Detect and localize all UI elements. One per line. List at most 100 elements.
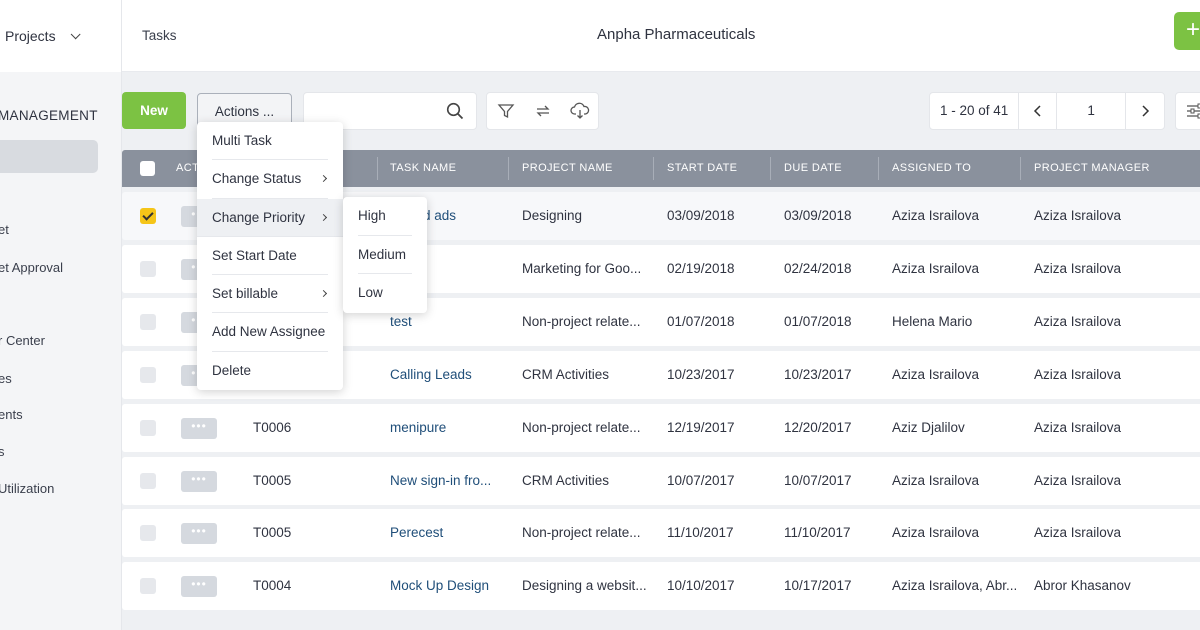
row-actions-button[interactable]: •••	[181, 471, 217, 492]
priority-medium[interactable]: Medium	[358, 236, 412, 275]
row-actions-button[interactable]: •••	[181, 523, 217, 544]
start-date: 10/23/2017	[667, 367, 735, 382]
col-due-date[interactable]: DUE DATE	[784, 150, 842, 187]
cloud-download-icon[interactable]	[561, 93, 598, 129]
project-name: CRM Activities	[522, 367, 610, 382]
refresh-icon[interactable]	[524, 93, 561, 129]
sidebar-item-reports[interactable]: s	[0, 444, 5, 459]
menu-item-change-priority[interactable]: Change Priority	[197, 198, 343, 237]
start-date: 11/10/2017	[667, 525, 734, 540]
table-row[interactable]: ••• T0004 Mock Up Design Designing a web…	[122, 562, 1200, 610]
row-checkbox[interactable]	[140, 314, 156, 330]
row-checkbox[interactable]	[140, 473, 156, 489]
menu-item-label: Set billable	[212, 286, 279, 302]
next-page-button[interactable]	[1126, 93, 1164, 129]
priority-low[interactable]: Low	[358, 274, 412, 313]
chevron-down-icon	[70, 28, 81, 39]
due-date: 02/24/2018	[784, 261, 852, 276]
due-date: 10/23/2017	[784, 367, 852, 382]
project-name: Marketing for Goo...	[522, 261, 642, 276]
row-checkbox[interactable]	[140, 420, 156, 436]
col-project-manager[interactable]: PROJECT MANAGER	[1034, 150, 1150, 187]
assigned-to: Helena Mario	[892, 314, 973, 329]
assigned-to: Aziza Israilova	[892, 261, 980, 276]
sidebar-item-cost-center[interactable]: r Center	[0, 333, 45, 348]
project-manager: Aziza Israilova	[1034, 314, 1122, 329]
start-date: 01/07/2018	[667, 314, 735, 329]
project-manager: Aziza Israilova	[1034, 367, 1122, 382]
row-checkbox[interactable]	[140, 261, 156, 277]
col-start-date[interactable]: START DATE	[667, 150, 737, 187]
task-name-link[interactable]: Mock Up Design	[390, 562, 510, 610]
assigned-to: Aziza Israilova	[892, 367, 980, 382]
task-id: T0005	[253, 525, 292, 540]
col-task-name[interactable]: TASK NAME	[390, 150, 456, 187]
menu-item-change-status[interactable]: Change Status	[212, 160, 328, 199]
new-button[interactable]: New	[122, 92, 186, 129]
menu-item-delete[interactable]: Delete	[212, 352, 328, 390]
start-date: 02/19/2018	[667, 261, 735, 276]
priority-high[interactable]: High	[358, 197, 412, 236]
top-header: Tasks Anpha Pharmaceuticals +	[122, 0, 1200, 72]
filter-icon[interactable]	[487, 93, 524, 129]
sidebar-item-budget[interactable]: et	[0, 222, 9, 237]
breadcrumb[interactable]: Tasks	[142, 28, 177, 43]
column-divider	[770, 157, 771, 180]
project-manager: Aziza Israilova	[1034, 420, 1122, 435]
sidebar-item-budget-approval[interactable]: et Approval	[0, 260, 63, 275]
table-row[interactable]: ••• T0005 Perecest Non-project relate...…	[122, 509, 1200, 557]
company-title: Anpha Pharmaceuticals	[597, 26, 756, 43]
assigned-to: Aziz Djalilov	[892, 420, 965, 435]
projects-dropdown[interactable]: Projects	[0, 0, 121, 72]
menu-item-label: Change Status	[212, 171, 302, 187]
column-settings-icon[interactable]	[1175, 92, 1200, 130]
sidebar-item-payments[interactable]: ents	[0, 407, 23, 422]
task-id: T0006	[253, 420, 292, 435]
menu-item-add-assignee[interactable]: Add New Assignee	[212, 313, 328, 352]
row-checkbox[interactable]	[140, 578, 156, 594]
menu-item-set-billable[interactable]: Set billable	[212, 275, 328, 314]
due-date: 10/17/2017	[784, 578, 852, 593]
task-name-link[interactable]: menipure	[390, 404, 510, 452]
project-manager: Aziza Israilova	[1034, 261, 1122, 276]
row-actions-button[interactable]: •••	[181, 576, 217, 597]
project-manager: Aziza Israilova	[1034, 208, 1122, 223]
task-name-link[interactable]: Calling Leads	[390, 351, 510, 399]
menu-item-set-start-date[interactable]: Set Start Date	[212, 237, 328, 276]
table-row[interactable]: ••• T0006 menipure Non-project relate...…	[122, 404, 1200, 452]
actions-dropdown-menu: Multi Task Change Status Change Priority…	[197, 122, 343, 390]
column-divider	[1020, 157, 1021, 180]
sidebar-item-selected[interactable]	[0, 140, 98, 173]
start-date: 10/10/2017	[667, 578, 735, 593]
task-name-link[interactable]: New sign-in fro...	[390, 457, 510, 505]
column-divider	[653, 157, 654, 180]
task-name-link[interactable]: Perecest	[390, 509, 510, 557]
row-checkbox[interactable]	[140, 525, 156, 541]
task-id: T0004	[253, 578, 292, 593]
col-project-name[interactable]: PROJECT NAME	[522, 150, 613, 187]
prev-page-button[interactable]	[1019, 93, 1057, 129]
due-date: 03/09/2018	[784, 208, 852, 223]
due-date: 01/07/2018	[784, 314, 852, 329]
priority-submenu: High Medium Low	[343, 197, 427, 313]
menu-item-multi-task[interactable]: Multi Task	[212, 122, 328, 161]
project-name: CRM Activities	[522, 473, 610, 488]
row-checkbox[interactable]	[140, 208, 156, 224]
row-checkbox[interactable]	[140, 367, 156, 383]
add-icon[interactable]: +	[1174, 12, 1200, 50]
tool-buttons	[486, 92, 599, 130]
project-name: Non-project relate...	[522, 420, 641, 435]
col-assigned-to[interactable]: ASSIGNED TO	[892, 150, 971, 187]
project-name: Designing	[522, 208, 583, 223]
row-actions-button[interactable]: •••	[181, 418, 217, 439]
sidebar-item-expenses[interactable]: es	[0, 371, 12, 386]
search-icon[interactable]	[446, 102, 464, 123]
assigned-to: Aziza Israilova, Abr...	[892, 578, 1018, 593]
select-all-checkbox[interactable]	[140, 161, 155, 176]
column-divider	[508, 157, 509, 180]
column-divider	[878, 157, 879, 180]
sidebar-item-utilization[interactable]: Utilization	[0, 481, 54, 496]
page-number[interactable]: 1	[1057, 93, 1127, 129]
column-divider	[377, 157, 378, 180]
table-row[interactable]: ••• T0005 New sign-in fro... CRM Activit…	[122, 457, 1200, 505]
